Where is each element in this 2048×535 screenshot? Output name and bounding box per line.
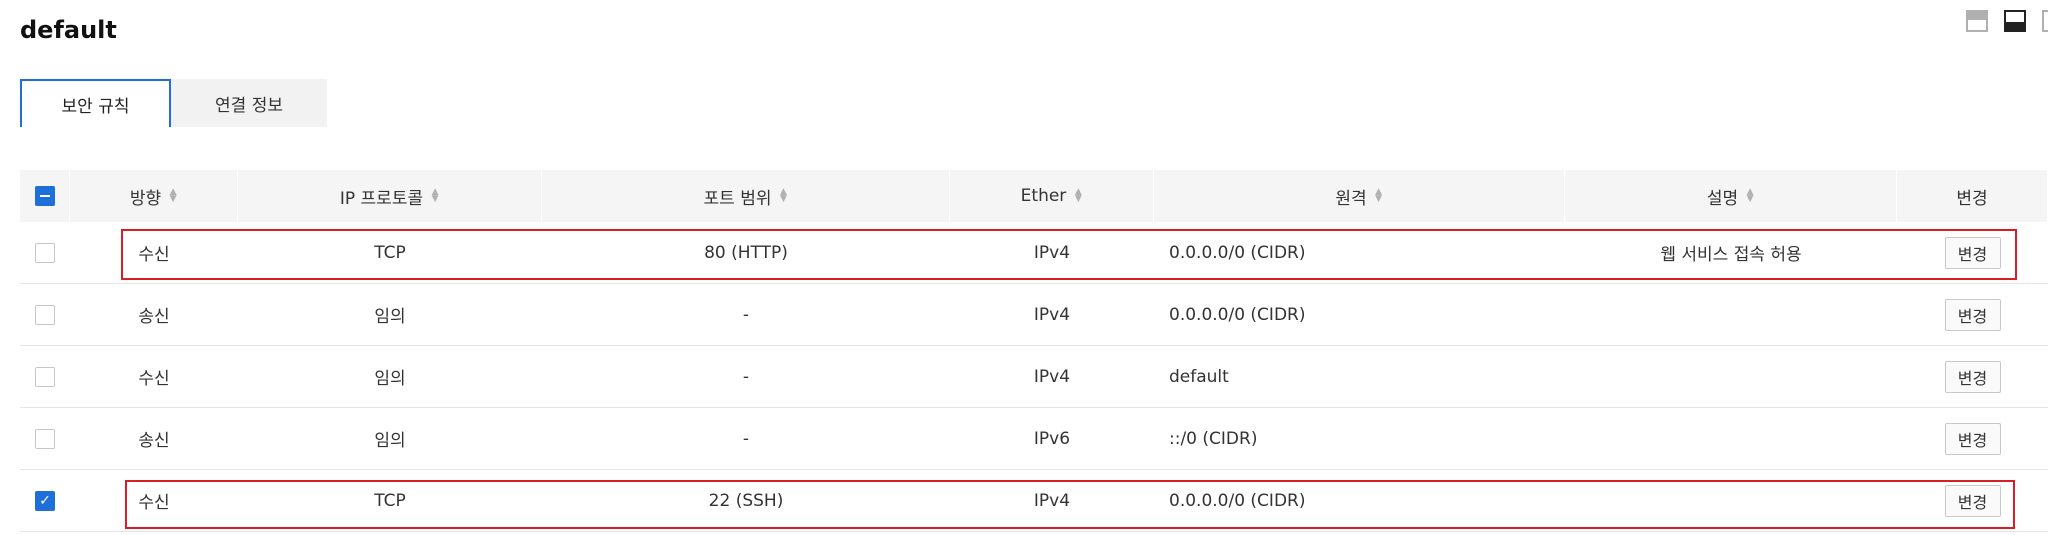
column-header-edit: 변경 [1897,170,2048,222]
select-all-checkbox[interactable] [34,186,55,206]
tab-connection-info[interactable]: 연결 정보 [171,79,327,127]
cell-ether: IPv4 [1033,366,1071,387]
row-select-cell: ✓ [20,490,70,511]
sort-icon[interactable]: ▲ ▼ [1375,188,1383,204]
row-checkbox[interactable] [35,304,55,325]
cell-direction: 수신 [138,245,170,265]
cell-direction: 수신 [138,493,170,513]
row-select-cell [20,242,70,263]
edit-cell: 변경 [1897,422,2048,455]
tab-security-rules[interactable]: 보안 규칙 [20,79,171,127]
edit-button[interactable]: 변경 [1944,360,2001,393]
column-label: IP 프로토콜 [339,188,424,209]
column-header-ether[interactable]: Ether ▲ ▼ [950,170,1154,222]
edit-button[interactable]: 변경 [1944,236,2001,269]
sort-icon[interactable]: ▲ ▼ [169,188,177,204]
cell-port-range: 22 (SSH) [708,490,784,511]
row-checkbox[interactable] [35,242,55,263]
table-row: 송신 임의 - IPv4 0.0.0.0/0 (CIDR) 변경 [20,284,2048,346]
column-label: 변경 [1956,188,1988,209]
view-toggle-group [1966,10,2048,32]
cell-port-range: - [742,304,750,325]
sort-icon[interactable]: ▲ ▼ [1746,188,1754,204]
column-label: Ether [1020,186,1067,206]
cell-protocol: TCP [374,242,406,263]
row-checkbox[interactable]: ✓ [35,490,55,511]
cell-ether: IPv4 [1033,490,1071,511]
cell-protocol: 임의 [374,431,406,451]
table-row: 수신 임의 - IPv4 default 변경 [20,346,2048,408]
cell-direction: 송신 [138,307,170,327]
column-label: 방향 [129,188,162,209]
edit-cell: 변경 [1897,298,2048,331]
bottom-panel-icon[interactable] [2004,10,2026,32]
edit-button[interactable]: 변경 [1944,422,2001,455]
edit-cell: 변경 [1897,484,2048,517]
page-title: default [20,16,117,44]
column-header-direction[interactable]: 방향 ▲ ▼ [70,170,238,222]
cell-remote: default [1169,366,1229,387]
split-view-icon[interactable] [1966,10,1988,32]
security-rules-table: 방향 ▲ ▼ IP 프로토콜 ▲ ▼ 포트 범위 ▲ ▼ Ether ▲ ▼ 원격 ▲ ▼ 설명 ▲ ▼… [20,170,2048,532]
row-checkbox[interactable] [35,428,55,449]
cell-port-range: - [742,366,750,387]
cell-direction: 송신 [138,431,170,451]
right-panel-icon[interactable] [2042,10,2048,32]
cell-protocol: 임의 [374,369,406,389]
row-select-cell [20,304,70,325]
column-header-protocol[interactable]: IP 프로토콜 ▲ ▼ [238,170,542,222]
cell-remote: 0.0.0.0/0 (CIDR) [1169,242,1306,263]
sort-icon[interactable]: ▲ ▼ [431,188,439,204]
sort-icon[interactable]: ▲ ▼ [1074,188,1082,204]
cell-remote: ::/0 (CIDR) [1169,428,1258,449]
column-header-remote[interactable]: 원격 ▲ ▼ [1154,170,1565,222]
cell-port-range: - [742,428,750,449]
cell-port-range: 80 (HTTP) [704,242,788,263]
table-row: 송신 임의 - IPv6 ::/0 (CIDR) 변경 [20,408,2048,470]
table-row: 수신 TCP 80 (HTTP) IPv4 0.0.0.0/0 (CIDR) 웹… [20,222,2048,284]
tab-bar: 보안 규칙 연결 정보 [20,79,327,127]
table-header: 방향 ▲ ▼ IP 프로토콜 ▲ ▼ 포트 범위 ▲ ▼ Ether ▲ ▼ 원격 ▲ ▼ 설명 ▲ ▼… [20,170,2048,222]
column-label: 원격 [1335,188,1367,209]
cell-remote: 0.0.0.0/0 (CIDR) [1169,490,1306,511]
cell-protocol: 임의 [374,307,406,327]
table-row: ✓ 수신 TCP 22 (SSH) IPv4 0.0.0.0/0 (CIDR) … [20,470,2048,532]
cell-ether: IPv4 [1033,242,1071,263]
cell-ether: IPv4 [1033,304,1071,325]
edit-cell: 변경 [1897,236,2048,269]
edit-button[interactable]: 변경 [1944,298,2001,331]
column-label: 설명 [1706,188,1739,209]
column-header-port-range[interactable]: 포트 범위 ▲ ▼ [542,170,950,222]
cell-description: 웹 서비스 접속 허용 [1660,245,1802,265]
cell-remote: 0.0.0.0/0 (CIDR) [1169,304,1306,325]
row-checkbox[interactable] [35,366,55,387]
cell-direction: 수신 [138,369,170,389]
sort-icon[interactable]: ▲ ▼ [779,188,787,204]
edit-cell: 변경 [1897,360,2048,393]
cell-ether: IPv6 [1033,428,1071,449]
column-label: 포트 범위 [703,188,772,209]
column-header-description[interactable]: 설명 ▲ ▼ [1565,170,1897,222]
edit-button[interactable]: 변경 [1944,484,2001,517]
select-all-cell [20,170,70,222]
row-select-cell [20,366,70,387]
row-select-cell [20,428,70,449]
cell-protocol: TCP [374,490,406,511]
